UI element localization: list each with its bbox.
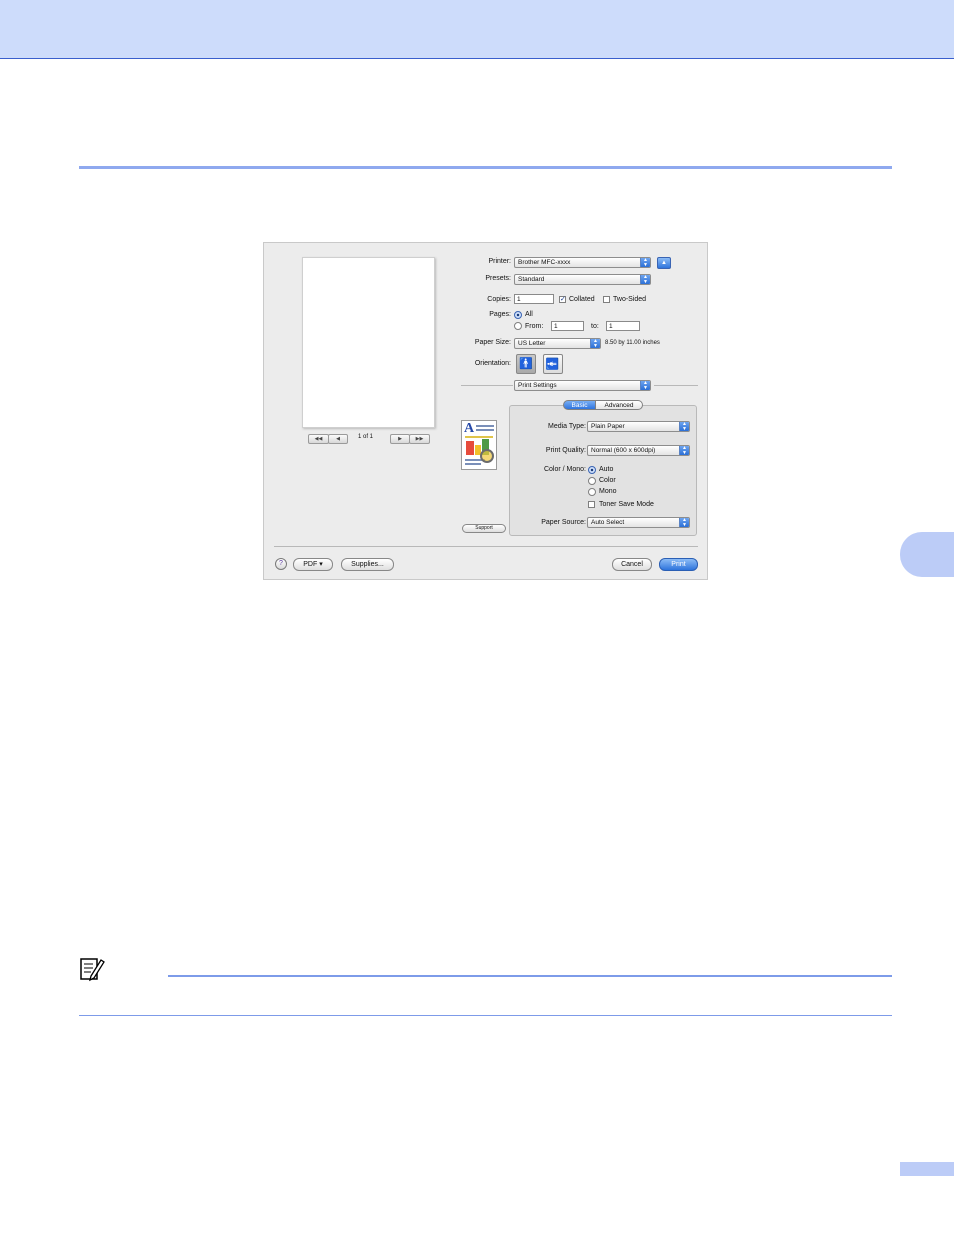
print-quality-select[interactable]: Normal (600 x 600dpi) ▲ ▼ [587, 445, 690, 456]
help-button[interactable]: ? [275, 558, 287, 570]
popup-arrows-icon: ▲ ▼ [679, 446, 689, 455]
collated-label: Collated [569, 296, 595, 303]
chapter-side-tab [900, 532, 954, 577]
print-settings-thumbnail: A [461, 420, 497, 470]
footer-separator [274, 546, 698, 547]
toner-save-checkbox[interactable] [588, 501, 595, 508]
section-rule [79, 166, 892, 169]
media-type-label: Media Type: [547, 423, 586, 430]
landscape-person-icon: 🚹 [546, 357, 559, 371]
preview-prev-page-button[interactable]: ◀ [328, 434, 348, 444]
color-mono-color-label: Color [599, 477, 616, 484]
paper-source-label: Paper Source: [541, 519, 586, 526]
popup-arrows-icon: ▲ ▼ [679, 518, 689, 527]
panel-separator-right [654, 385, 698, 386]
copies-field[interactable]: 1 [514, 294, 554, 304]
page-number-tab [900, 1162, 954, 1176]
color-mono-mono-label: Mono [599, 488, 617, 495]
magnifier-icon [480, 449, 494, 463]
note-rule [168, 975, 892, 977]
collated-checkbox[interactable]: ✓ [559, 296, 566, 303]
presets-label: Presets: [485, 275, 511, 282]
print-quality-label: Print Quality: [545, 447, 586, 454]
pdf-menu-button[interactable]: PDF ▾ [293, 558, 333, 571]
popup-arrows-icon: ▲ ▼ [640, 381, 650, 390]
printer-select[interactable]: Brother MFC-xxxx ▲ ▼ [514, 257, 651, 268]
color-mono-auto-label: Auto [599, 466, 614, 473]
supplies-button[interactable]: Supplies... [341, 558, 394, 571]
support-button[interactable]: Support [462, 524, 506, 533]
media-type-select[interactable]: Plain Paper ▲ ▼ [587, 421, 690, 432]
color-mono-auto-radio[interactable] [588, 466, 596, 474]
panel-separator-left [461, 385, 513, 386]
pages-from-radio[interactable] [514, 322, 522, 330]
landscape-orientation-button[interactable]: 🚹 [543, 354, 563, 374]
portrait-person-icon: 🚹 [519, 358, 533, 370]
paper-source-select[interactable]: Auto Select ▲ ▼ [587, 517, 690, 528]
print-quality-value: Normal (600 x 600dpi) [591, 447, 656, 454]
paper-source-value: Auto Select [591, 519, 625, 526]
color-mono-color-radio[interactable] [588, 477, 596, 485]
page-header-band [0, 0, 954, 59]
copies-label: Copies: [487, 296, 511, 303]
two-sided-label: Two-Sided [613, 296, 647, 303]
preview-last-page-button[interactable]: ▶▶ [409, 434, 430, 444]
popup-arrows-icon: ▲ ▼ [679, 422, 689, 431]
pages-all-radio[interactable] [514, 311, 522, 319]
preview-next-page-button[interactable]: ▶ [390, 434, 410, 444]
question-mark-icon: ? [279, 560, 283, 567]
tab-advanced[interactable]: Advanced [595, 400, 643, 410]
panel-select[interactable]: Print Settings ▲ ▼ [514, 380, 651, 391]
pages-all-label: All [525, 311, 533, 318]
note-bottom-rule [79, 1015, 892, 1016]
pages-from-field[interactable]: 1 [551, 321, 584, 331]
color-mono-mono-radio[interactable] [588, 488, 596, 496]
pages-from-label: From: [525, 323, 544, 330]
presets-select[interactable]: Standard ▲ ▼ [514, 274, 651, 285]
pages-to-label: to: [591, 323, 599, 330]
preview-first-page-button[interactable]: ◀◀ [308, 434, 329, 444]
popup-arrows-icon: ▲ ▼ [640, 275, 650, 284]
tab-basic[interactable]: Basic [563, 400, 596, 410]
media-type-value: Plain Paper [591, 423, 625, 430]
pages-to-field[interactable]: 1 [606, 321, 640, 331]
print-button[interactable]: Print [659, 558, 698, 571]
panel-select-value: Print Settings [518, 382, 557, 389]
print-preview-page [302, 257, 435, 428]
toner-save-label: Toner Save Mode [599, 501, 654, 508]
disclosure-collapse-button[interactable]: ▲ [657, 257, 671, 269]
preview-page-indicator: 1 of 1 [358, 434, 374, 440]
paper-size-select[interactable]: US Letter ▲ ▼ [514, 338, 601, 349]
paper-size-value: US Letter [518, 340, 546, 347]
presets-value: Standard [518, 276, 545, 283]
printer-value: Brother MFC-xxxx [518, 259, 571, 266]
note-pencil-icon [80, 958, 105, 982]
printer-label: Printer: [488, 258, 511, 265]
triangle-up-icon: ▲ [661, 260, 667, 266]
color-mono-label: Color / Mono: [543, 466, 586, 473]
two-sided-checkbox[interactable] [603, 296, 610, 303]
paper-size-dimensions: 8.50 by 11.00 inches [605, 340, 660, 346]
portrait-orientation-button[interactable]: 🚹 [516, 354, 536, 374]
paper-size-label: Paper Size: [474, 339, 511, 346]
cancel-button[interactable]: Cancel [612, 558, 652, 571]
pages-label: Pages: [489, 311, 511, 318]
popup-arrows-icon: ▲ ▼ [640, 258, 650, 267]
orientation-label: Orientation: [474, 360, 511, 367]
popup-arrows-icon: ▲ ▼ [590, 339, 600, 348]
print-dialog: ◀◀ ◀ 1 of 1 ▶ ▶▶ Printer: Brother MFC-xx… [263, 242, 708, 580]
